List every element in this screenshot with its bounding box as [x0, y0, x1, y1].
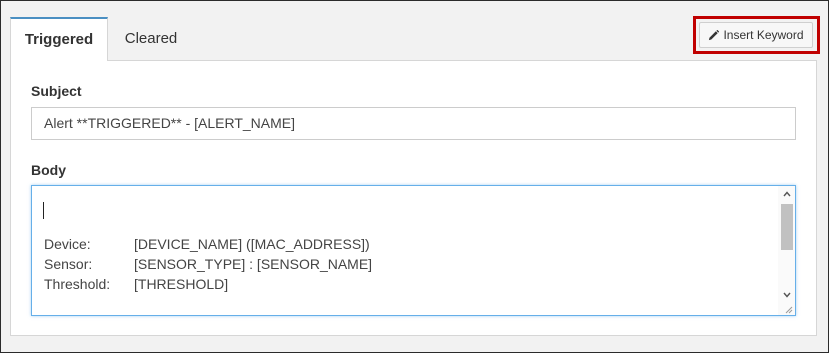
body-line-threshold: Threshold: [THRESHOLD]	[44, 274, 372, 294]
insert-keyword-label: Insert Keyword	[723, 28, 804, 42]
body-line-value: [THRESHOLD]	[134, 276, 229, 292]
body-line-device: Device: [DEVICE_NAME] ([MAC_ADDRESS])	[44, 234, 372, 254]
body-line-key: Device:	[44, 236, 91, 252]
body-line-value: [SENSOR_TYPE] : [SENSOR_NAME]	[134, 256, 373, 272]
body-line-value: [DEVICE_NAME] ([MAC_ADDRESS])	[134, 236, 370, 252]
insert-keyword-button[interactable]: Insert Keyword	[699, 22, 813, 48]
body-content: Device: [DEVICE_NAME] ([MAC_ADDRESS]) Se…	[44, 234, 372, 294]
subject-input[interactable]: Alert **TRIGGERED** - [ALERT_NAME]	[31, 107, 796, 140]
subject-label: Subject	[31, 83, 82, 99]
body-line-sensor: Sensor: [SENSOR_TYPE] : [SENSOR_NAME]	[44, 254, 372, 274]
pencil-icon	[709, 29, 720, 40]
body-line-key: Threshold:	[44, 276, 111, 292]
body-textarea[interactable]: Device: [DEVICE_NAME] ([MAC_ADDRESS]) Se…	[31, 185, 796, 316]
scroll-up-icon[interactable]	[778, 186, 795, 202]
text-caret	[43, 202, 44, 219]
resize-grip-icon[interactable]	[783, 304, 793, 314]
body-scrollbar[interactable]	[778, 186, 795, 315]
tab-triggered[interactable]: Triggered	[10, 17, 108, 61]
tab-cleared[interactable]: Cleared	[110, 17, 192, 60]
alert-template-editor: Triggered Cleared Insert Keyword Subject…	[0, 0, 829, 353]
scrollbar-thumb[interactable]	[781, 204, 793, 250]
body-label: Body	[31, 162, 66, 178]
template-panel: Subject Alert **TRIGGERED** - [ALERT_NAM…	[10, 60, 817, 336]
body-line-key: Sensor:	[44, 256, 93, 272]
scroll-down-icon[interactable]	[778, 287, 795, 303]
